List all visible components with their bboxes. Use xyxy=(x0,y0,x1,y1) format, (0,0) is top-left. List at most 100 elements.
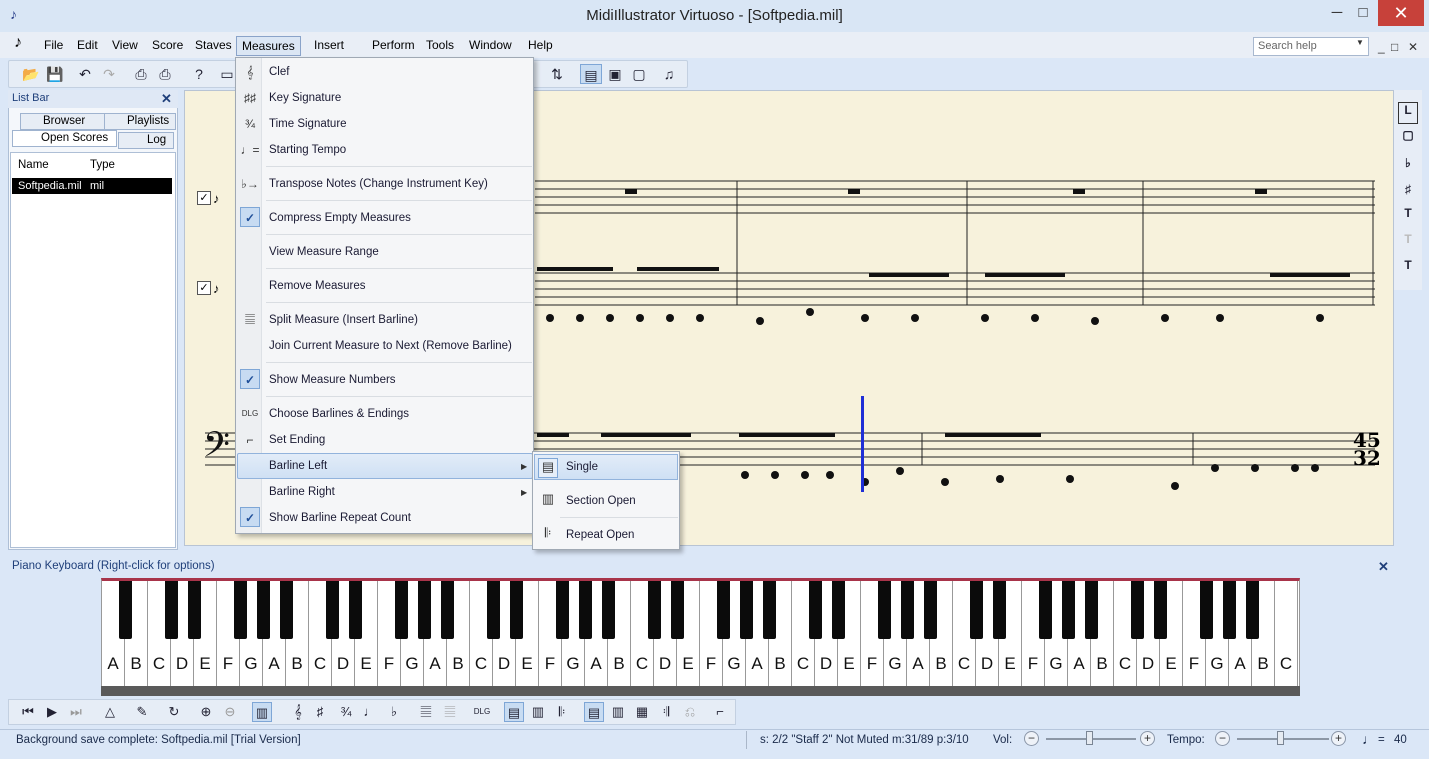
menu-item-show-barline-repeat-count[interactable]: Show Barline Repeat Count xyxy=(269,507,411,529)
piano-black-key[interactable] xyxy=(1246,581,1259,639)
mdi-restore-button[interactable]: □ xyxy=(1391,40,1398,54)
piano-white-key[interactable]: C xyxy=(1275,581,1298,688)
menu-measures[interactable]: Measures xyxy=(236,36,301,56)
tempo-decrease-button[interactable]: − xyxy=(1215,731,1230,746)
menu-window[interactable]: Window xyxy=(464,36,517,56)
open-icon[interactable]: 📂 xyxy=(20,64,42,84)
piano-black-key[interactable] xyxy=(257,581,270,639)
column-header-type[interactable]: Type xyxy=(90,159,115,171)
barline-right-repeat-tool-icon[interactable]: 𝄇 xyxy=(656,702,676,722)
tab-browser[interactable]: Browser xyxy=(20,113,110,130)
zoom-in-icon[interactable]: ⊕ xyxy=(196,702,216,722)
menu-item-remove-measures[interactable]: Remove Measures xyxy=(269,275,366,297)
piano-black-key[interactable] xyxy=(441,581,454,639)
piano-black-key[interactable] xyxy=(349,581,362,639)
piano-black-key[interactable] xyxy=(1062,581,1075,639)
piano-black-key[interactable] xyxy=(1085,581,1098,639)
piano-black-key[interactable] xyxy=(280,581,293,639)
time-signature-tool-icon[interactable]: ¾ xyxy=(336,702,356,722)
menu-view[interactable]: View xyxy=(107,36,143,56)
list-bar-close-icon[interactable]: ✕ xyxy=(161,91,172,107)
piano-black-key[interactable] xyxy=(1131,581,1144,639)
tempo-tool-icon[interactable]: ♩ xyxy=(360,702,380,722)
key-signature-tool-icon[interactable]: ♯ xyxy=(310,702,330,722)
menu-insert[interactable]: Insert xyxy=(309,36,349,56)
piano-black-key[interactable] xyxy=(970,581,983,639)
piano-black-key[interactable] xyxy=(188,581,201,639)
tab-playlists[interactable]: Playlists xyxy=(104,113,176,130)
maximize-button[interactable]: □ xyxy=(1350,0,1376,26)
text-disabled-tool-icon[interactable]: T xyxy=(1398,232,1418,254)
piano-black-key[interactable] xyxy=(418,581,431,639)
menu-item-key-signature[interactable]: Key Signature xyxy=(269,87,341,109)
close-button[interactable]: ✕ xyxy=(1378,0,1424,26)
piano-black-key[interactable] xyxy=(234,581,247,639)
piano-black-key[interactable] xyxy=(648,581,661,639)
rewind-icon[interactable]: ⏮ xyxy=(18,702,38,722)
piano-black-key[interactable] xyxy=(924,581,937,639)
piano-black-key[interactable] xyxy=(671,581,684,639)
mdi-document-icon[interactable]: ♪ xyxy=(14,34,36,56)
menu-perform[interactable]: Perform xyxy=(367,36,420,56)
piano-black-key[interactable] xyxy=(395,581,408,639)
metronome-icon[interactable]: △ xyxy=(100,702,120,722)
window-view-icon[interactable]: ▢ xyxy=(628,64,650,84)
piano-black-key[interactable] xyxy=(165,581,178,639)
note-icon[interactable]: ♪ xyxy=(213,191,220,206)
menu-item-barline-left[interactable]: Barline Left xyxy=(269,455,327,477)
menu-item-compress-empty-measures[interactable]: Compress Empty Measures xyxy=(269,207,411,229)
play-icon[interactable]: ▶ xyxy=(42,702,62,722)
scroll-view-icon[interactable]: ▣ xyxy=(604,64,626,84)
menu-item-view-measure-range[interactable]: View Measure Range xyxy=(269,241,379,263)
chord-tool-icon[interactable]: ♯ xyxy=(1398,182,1418,204)
column-header-name[interactable]: Name xyxy=(18,159,49,171)
menu-staves[interactable]: Staves xyxy=(190,36,237,56)
piano-black-key[interactable] xyxy=(510,581,523,639)
piano-close-icon[interactable]: ✕ xyxy=(1378,559,1389,575)
clef-tool-icon[interactable]: 𝄞 xyxy=(288,702,308,722)
context-help-icon[interactable]: ? xyxy=(188,64,210,84)
piano-black-key[interactable] xyxy=(1039,581,1052,639)
text-tool-icon[interactable]: T xyxy=(1398,206,1418,228)
menu-item-set-ending[interactable]: Set Ending xyxy=(269,429,325,451)
swap-icon[interactable]: ⇅ xyxy=(546,64,568,84)
search-help-input[interactable]: Search help xyxy=(1253,37,1369,56)
piano-black-key[interactable] xyxy=(1200,581,1213,639)
piano-black-key[interactable] xyxy=(763,581,776,639)
list-item[interactable]: Softpedia.mil mil xyxy=(12,178,172,194)
text-style-tool-icon[interactable]: T xyxy=(1398,258,1418,280)
tab-open-scores[interactable]: Open Scores xyxy=(12,130,117,147)
piano-black-key[interactable] xyxy=(1154,581,1167,639)
lyrics-tool-icon[interactable]: L xyxy=(1398,102,1418,124)
midi-icon[interactable]: ♫ xyxy=(658,64,680,84)
piano-black-key[interactable] xyxy=(809,581,822,639)
barline-repeat-tool-icon[interactable]: 𝄆 xyxy=(552,702,572,722)
piano-keyboard[interactable]: ABCDEFGABCDEFGABCDEFGABCDEFGABCDEFGABCDE… xyxy=(101,578,1300,688)
undo-icon[interactable]: ↶ xyxy=(74,64,96,84)
tempo-increase-button[interactable]: + xyxy=(1331,731,1346,746)
barline-single-tool-icon[interactable]: ▤ xyxy=(504,702,524,722)
piano-black-key[interactable] xyxy=(740,581,753,639)
edit-notes-icon[interactable]: ✎ xyxy=(132,702,152,722)
volume-decrease-button[interactable]: − xyxy=(1024,731,1039,746)
barlines-dialog-tool-icon[interactable]: DLG xyxy=(472,702,492,722)
piano-black-key[interactable] xyxy=(326,581,339,639)
minimize-button[interactable]: ─ xyxy=(1324,0,1350,26)
menu-item-time-signature[interactable]: Time Signature xyxy=(269,113,347,135)
save-icon[interactable]: 💾 xyxy=(44,64,66,84)
barline-right-section-tool-icon[interactable]: ▥ xyxy=(608,702,628,722)
mdi-close-button[interactable]: ✕ xyxy=(1408,40,1418,54)
menu-tools[interactable]: Tools xyxy=(421,36,459,56)
menu-item-join-measure[interactable]: Join Current Measure to Next (Remove Bar… xyxy=(269,335,512,357)
barline-right-end-tool-icon[interactable]: ▦ xyxy=(632,702,652,722)
page-view-icon[interactable]: ▤ xyxy=(580,64,602,84)
loop-icon[interactable]: ↻ xyxy=(164,702,184,722)
piano-black-key[interactable] xyxy=(832,581,845,639)
piano-black-key[interactable] xyxy=(993,581,1006,639)
comment-tool-icon[interactable]: ▢ xyxy=(1398,128,1418,150)
menu-score[interactable]: Score xyxy=(147,36,188,56)
keyboard-view-icon[interactable]: ▥ xyxy=(252,702,272,722)
tempo-slider-thumb[interactable] xyxy=(1277,731,1284,745)
forward-icon[interactable]: ⏭ xyxy=(66,702,86,722)
menu-file[interactable]: File xyxy=(39,36,68,56)
